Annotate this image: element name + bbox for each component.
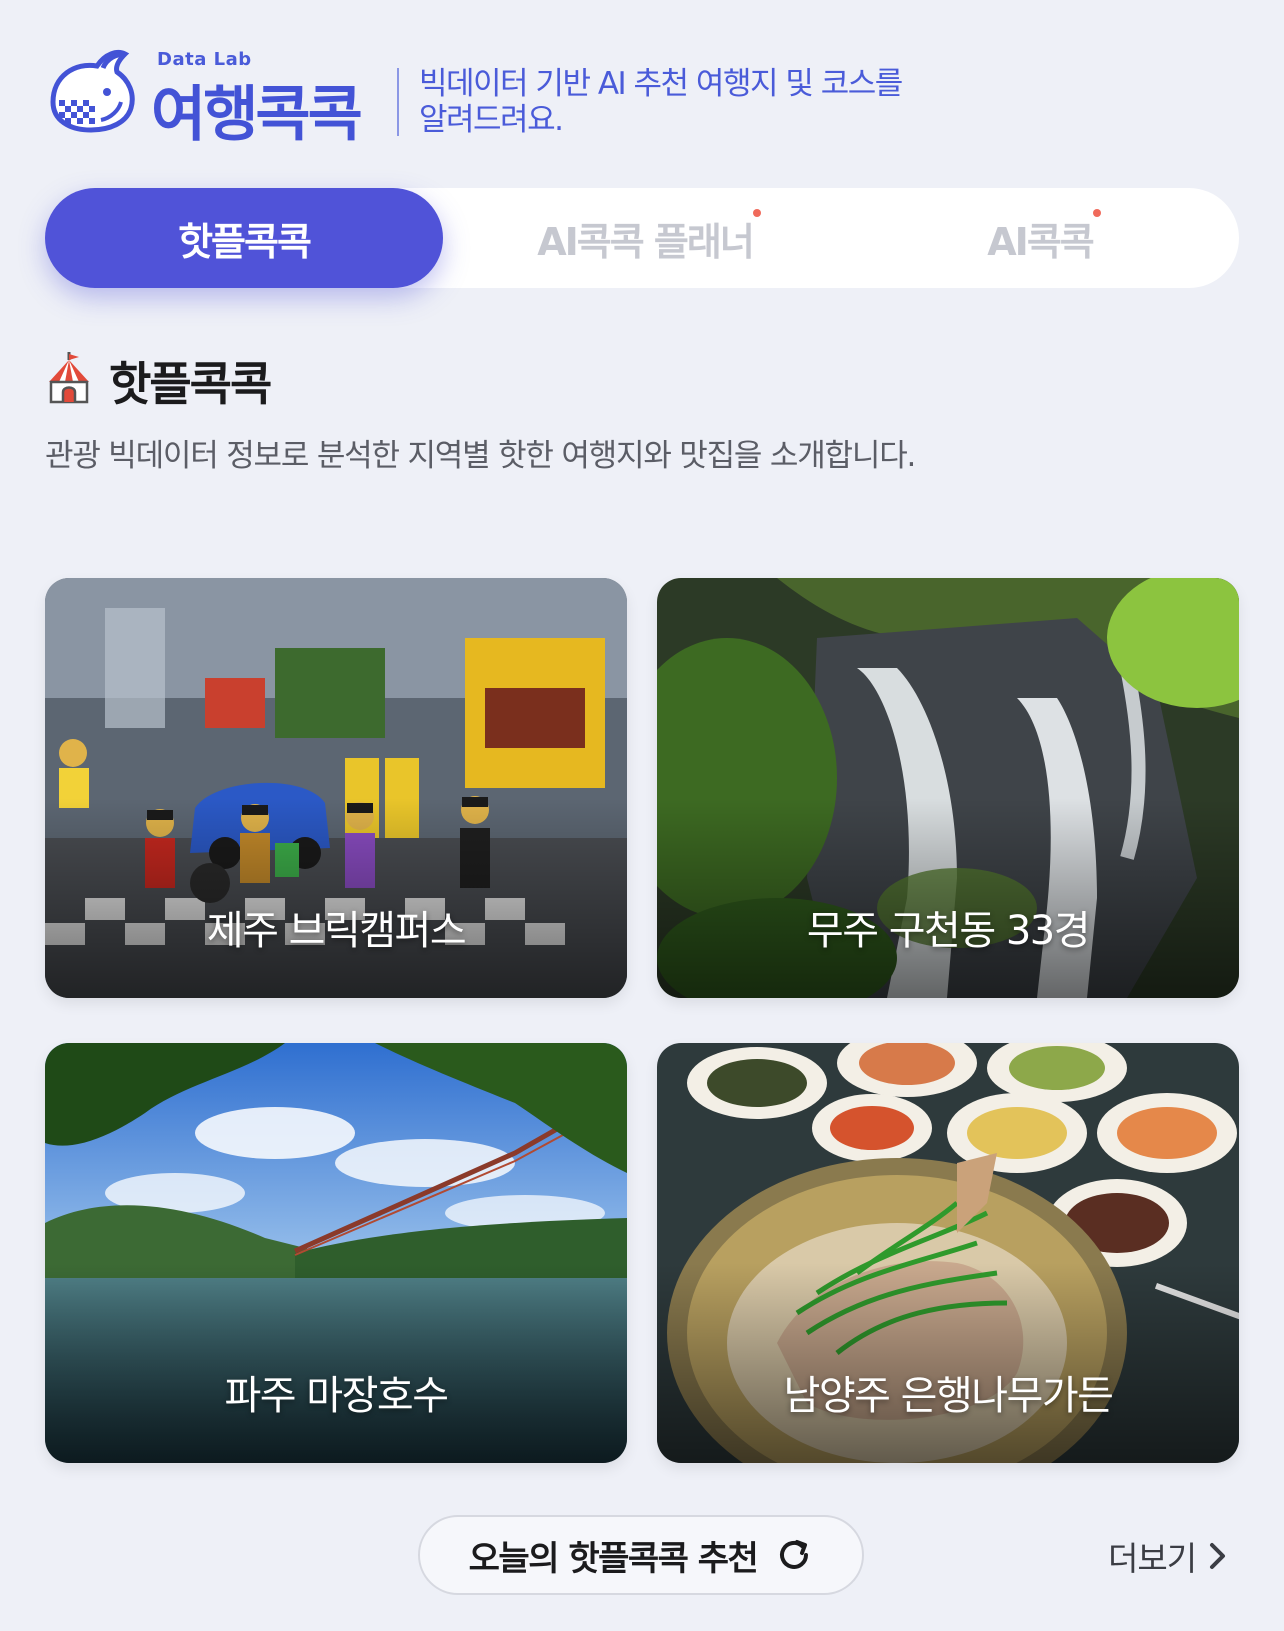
tab-ai[interactable]: AI콕콕 [875, 188, 1205, 288]
section-title: 핫플콕콕 [109, 357, 272, 411]
new-indicator-dot [752, 208, 761, 217]
more-link[interactable]: 더보기 [1108, 1532, 1230, 1580]
more-link-label: 더보기 [1108, 1539, 1197, 1578]
refresh-icon [780, 1540, 809, 1569]
new-indicator-dot [1092, 208, 1101, 217]
chevron-right-icon [1210, 1543, 1226, 1569]
recommend-button-label: 오늘의 핫플콕콕 추천 [468, 1538, 759, 1579]
tab-ai-planner[interactable]: AI콕콕 플래너 [475, 188, 815, 288]
header-divider [397, 68, 399, 136]
card-caption: 제주 브릭캠퍼스 [206, 908, 467, 954]
circus-tent-icon [49, 352, 89, 404]
place-card[interactable]: 파주 마장호수 [45, 1043, 627, 1463]
today-recommend-button[interactable]: 오늘의 핫플콕콕 추천 [418, 1515, 864, 1595]
card-caption: 남양주 은행나무가든 [783, 1373, 1114, 1419]
logo-title[interactable]: 여행콕콕 [151, 66, 363, 153]
place-card[interactable]: 제주 브릭캠퍼스 [45, 578, 627, 998]
app-header: Data Lab 여행콕콕 빅데이터 기반 AI 추천 여행지 및 코스를 알려… [45, 44, 1245, 150]
tab-ai-label: AI콕콕 [987, 219, 1094, 264]
tab-hotplace-label: 핫플콕콕 [178, 219, 312, 264]
place-card[interactable]: 무주 구천동 33경 [657, 578, 1239, 998]
tagline-line-1: 빅데이터 기반 AI 추천 여행지 및 코스를 [419, 66, 903, 102]
tab-bar: 핫플콕콕 AI콕콕 플래너 AI콕콕 [45, 188, 1239, 288]
place-card[interactable]: 남양주 은행나무가든 [657, 1043, 1239, 1463]
card-caption: 파주 마장호수 [224, 1373, 449, 1419]
tab-ai-planner-label: AI콕콕 플래너 [537, 219, 755, 264]
card-caption: 무주 구천동 33경 [806, 908, 1091, 954]
header-tagline: 빅데이터 기반 AI 추천 여행지 및 코스를 알려드려요. [419, 66, 939, 138]
tab-hotplace[interactable]: 핫플콕콕 [45, 188, 443, 288]
section-description: 관광 빅데이터 정보로 분석한 지역별 핫한 여행지와 맛집을 소개합니다. [45, 438, 916, 474]
whale-logo-icon [50, 50, 135, 133]
tagline-line-2: 알려드려요. [419, 102, 564, 138]
